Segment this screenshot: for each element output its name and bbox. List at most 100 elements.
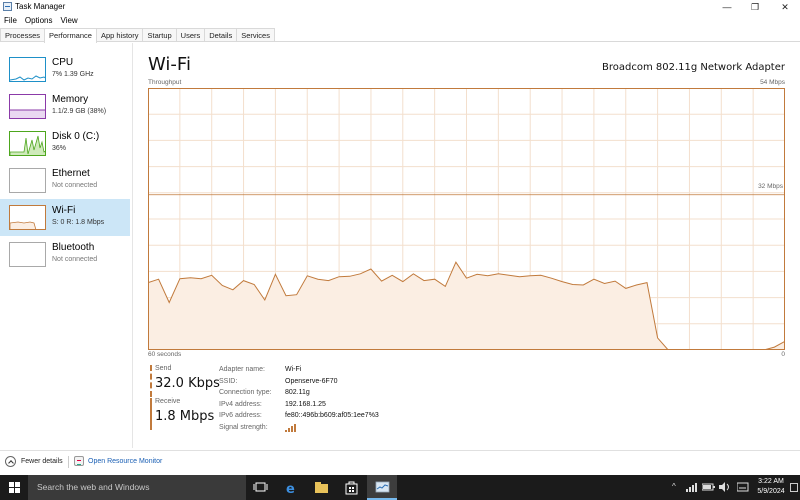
sidebar-item-ethernet[interactable]: Ethernet Not connected [0,162,130,199]
windows-start-icon[interactable] [0,475,28,500]
file-explorer-icon[interactable] [306,475,336,500]
property-key: Adapter name: [219,366,265,373]
keyboard-tray-icon[interactable] [736,482,749,494]
property-row: IPv6 address: fe80::496b:b609:af05:1ee7%3 [219,412,379,424]
menu-file[interactable]: File [0,14,21,27]
throughput-chart [148,88,785,350]
tab-app-history[interactable]: App history [95,28,144,41]
resource-sidebar: CPU 7% 1.39 GHz Memory 1.1/2.9 GB (38%) … [0,43,133,448]
send-value: 32.0 Kbps [155,376,220,391]
property-value: Wi-Fi [285,366,302,373]
memory-thumbnail [9,94,46,119]
property-row: Adapter name: Wi-Fi [219,366,379,378]
sidebar-item-detail: 7% 1.39 GHz [52,71,94,78]
send-stat: Send 32.0 Kbps [150,365,220,397]
x-axis-right-label: 0 [781,351,785,358]
wifi-thumbnail [9,205,46,230]
tab-strip: Processes Performance App history Startu… [0,28,800,43]
edge-icon[interactable]: e [276,475,306,500]
y-max-label: 54 Mbps [760,79,785,86]
resource-monitor-icon [74,456,84,466]
sidebar-item-label: Wi-Fi [52,205,76,216]
property-key: Connection type: [219,389,272,396]
close-button[interactable]: ✕ [771,0,799,14]
sidebar-item-bluetooth[interactable]: Bluetooth Not connected [0,236,130,273]
tab-details[interactable]: Details [204,28,238,41]
property-value: 802.11g [285,389,310,396]
menu-options[interactable]: Options [21,14,57,27]
tab-users[interactable]: Users [175,28,206,41]
clock-time: 3:22 AM [758,478,784,485]
tab-processes[interactable]: Processes [0,28,46,41]
wifi-tray-icon[interactable] [686,482,698,494]
minimize-button[interactable]: — [713,0,741,14]
property-value: fe80::496b:b609:af05:1ee7%3 [285,412,379,419]
sidebar-item-label: Disk 0 (C:) [52,131,100,142]
maximize-button[interactable]: ❐ [741,0,769,14]
sidebar-item-label: Memory [52,94,89,105]
footer-bar: Fewer details Open Resource Monitor [0,450,800,475]
receive-stat: Receive 1.8 Mbps [150,398,215,430]
sidebar-item-wifi[interactable]: Wi-Fi S: 0 R: 1.8 Mbps [0,199,130,236]
open-resource-monitor-label: Open Resource Monitor [88,457,163,465]
page-title: Wi-Fi [148,54,191,75]
sidebar-item-cpu[interactable]: CPU 7% 1.39 GHz [0,51,130,88]
taskbar-search-box[interactable]: Search the web and Windows [28,475,246,500]
receive-label: Receive [155,398,181,405]
sidebar-item-disk[interactable]: Disk 0 (C:) 36% [0,125,130,162]
property-row: Signal strength: [219,423,379,436]
property-key: SSID: [219,377,238,385]
title-bar: Task Manager — ❐ ✕ [0,0,800,14]
taskbar: Search the web and Windows e ^ 3:22 AM 5… [0,475,800,500]
x-axis-left-label: 60 seconds [148,351,182,358]
taskbar-clock[interactable]: 3:22 AM 5/9/2024 [756,477,786,497]
svg-text:e: e [286,482,295,497]
sidebar-item-label: Ethernet [52,168,90,179]
menu-view[interactable]: View [56,14,81,27]
signal-strength-icon [285,423,297,432]
property-row: SSID: Openserve-6F70 [219,378,379,390]
menu-bar: File Options View [0,14,82,27]
notification-icon[interactable] [790,483,798,492]
fewer-details-label: Fewer details [21,458,63,465]
sidebar-item-detail: S: 0 R: 1.8 Mbps [52,219,105,226]
send-label: Send [155,365,172,372]
chevron-up-icon [5,456,16,467]
open-resource-monitor-link[interactable]: Open Resource Monitor [74,456,162,466]
tray-chevron-icon[interactable]: ^ [672,482,676,491]
cpu-thumbnail [9,57,46,82]
property-value: Openserve-6F70 [285,377,338,385]
store-icon[interactable] [336,475,366,500]
task-view-icon[interactable] [246,475,276,500]
sidebar-item-label: CPU [52,57,74,68]
sidebar-item-detail: 36% [52,145,67,152]
property-key: IPv4 address: [219,400,262,408]
adapter-name: Broadcom 802.11g Network Adapter [601,62,785,73]
fewer-details-button[interactable]: Fewer details [5,456,63,467]
bluetooth-thumbnail [9,242,46,267]
disk-thumbnail [9,131,46,156]
task-manager-taskbar-icon[interactable] [367,475,397,500]
tab-performance[interactable]: Performance [44,28,97,43]
property-value: 192.168.1.25 [285,400,326,408]
receive-value: 1.8 Mbps [155,409,215,424]
adapter-properties: Adapter name: Wi-Fi SSID: Openserve-6F70 C… [219,366,379,435]
sidebar-item-detail: Not connected [52,182,98,189]
sidebar-item-memory[interactable]: Memory 1.1/2.9 GB (38%) [0,88,130,125]
tab-services[interactable]: Services [236,28,275,41]
window-title: Task Manager [15,2,66,11]
sidebar-item-detail: 1.1/2.9 GB (38%) [52,108,107,115]
sidebar-item-detail: Not connected [52,256,98,263]
property-row: Connection type: 802.11g [219,389,379,401]
chart-title: Throughput [148,79,182,86]
volume-tray-icon[interactable] [719,482,731,494]
property-key: IPv6 address: [219,412,262,419]
throughput-chart-svg [148,88,785,350]
battery-tray-icon[interactable] [701,482,716,494]
property-row: IPv4 address: 192.168.1.25 [219,401,379,413]
footer-divider [68,456,69,468]
gridline-label: 32 Mbps [758,183,783,190]
sidebar-item-label: Bluetooth [52,242,95,253]
tab-startup[interactable]: Startup [142,28,177,41]
clock-date: 5/9/2024 [757,488,785,495]
